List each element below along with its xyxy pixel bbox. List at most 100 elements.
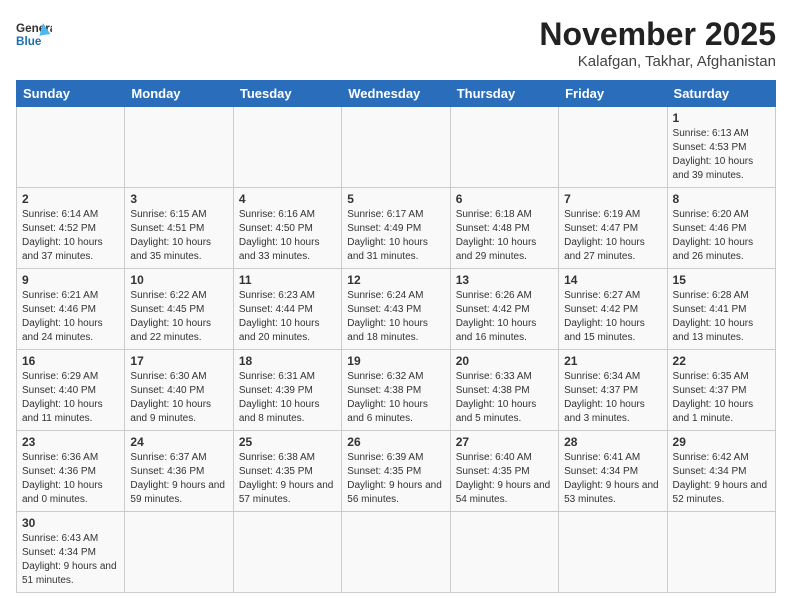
calendar-cell: 3 Sunrise: 6:15 AM Sunset: 4:51 PM Daylig… [125, 188, 233, 269]
day-info: Sunrise: 6:41 AM Sunset: 4:34 PM Dayligh… [564, 451, 661, 507]
day-number: 12 [347, 273, 444, 287]
day-info: Sunrise: 6:29 AM Sunset: 4:40 PM Dayligh… [22, 370, 119, 426]
title-area: November 2025 Kalafgan, Takhar, Afghanis… [539, 16, 776, 70]
day-info: Sunrise: 6:23 AM Sunset: 4:44 PM Dayligh… [239, 289, 336, 345]
calendar-cell: 21 Sunrise: 6:34 AM Sunset: 4:37 PM Dayli… [559, 350, 667, 431]
calendar-table: Sunday Monday Tuesday Wednesday Thursday… [16, 80, 776, 593]
day-number: 8 [673, 192, 770, 206]
calendar-cell [125, 512, 233, 593]
day-number: 1 [673, 111, 770, 125]
day-info: Sunrise: 6:15 AM Sunset: 4:51 PM Dayligh… [130, 208, 227, 264]
calendar-cell: 4Sunrise: 6:16 AM Sunset: 4:50 PM Daylig… [233, 188, 341, 269]
day-info: Sunrise: 6:26 AM Sunset: 4:42 PM Dayligh… [456, 289, 553, 345]
day-number: 2 [22, 192, 119, 206]
day-number: 11 [239, 273, 336, 287]
calendar-cell: 9Sunrise: 6:21 AM Sunset: 4:46 PM Daylig… [17, 269, 125, 350]
day-number: 21 [564, 354, 661, 368]
location-title: Kalafgan, Takhar, Afghanistan [539, 53, 776, 70]
calendar-cell: 18 Sunrise: 6:31 AM Sunset: 4:39 PM Dayli… [233, 350, 341, 431]
day-info: Sunrise: 6:14 AM Sunset: 4:52 PM Dayligh… [22, 208, 119, 264]
day-number: 6 [456, 192, 553, 206]
day-info: Sunrise: 6:30 AM Sunset: 4:40 PM Dayligh… [130, 370, 227, 426]
day-info: Sunrise: 6:35 AM Sunset: 4:37 PM Dayligh… [673, 370, 770, 426]
calendar-cell: 29Sunrise: 6:42 AM Sunset: 4:34 PM Dayli… [667, 431, 775, 512]
day-info: Sunrise: 6:16 AM Sunset: 4:50 PM Dayligh… [239, 208, 336, 264]
day-number: 24 [130, 435, 227, 449]
calendar-cell: 7 Sunrise: 6:19 AM Sunset: 4:47 PM Daylig… [559, 188, 667, 269]
calendar-cell [233, 107, 341, 188]
calendar-cell [450, 107, 558, 188]
day-number: 22 [673, 354, 770, 368]
logo: General Blue [16, 16, 52, 52]
day-number: 18 [239, 354, 336, 368]
day-number: 20 [456, 354, 553, 368]
calendar-row: 1 Sunrise: 6:13 AM Sunset: 4:53 PM Daylig… [17, 107, 776, 188]
calendar-cell [17, 107, 125, 188]
calendar-cell: 17 Sunrise: 6:30 AM Sunset: 4:40 PM Dayli… [125, 350, 233, 431]
day-number: 5 [347, 192, 444, 206]
calendar-cell [559, 512, 667, 593]
weekday-header-row: Sunday Monday Tuesday Wednesday Thursday… [17, 81, 776, 107]
calendar-cell: 11 Sunrise: 6:23 AM Sunset: 4:44 PM Dayli… [233, 269, 341, 350]
day-number: 10 [130, 273, 227, 287]
day-info: Sunrise: 6:38 AM Sunset: 4:35 PM Dayligh… [239, 451, 336, 507]
day-number: 27 [456, 435, 553, 449]
day-info: Sunrise: 6:24 AM Sunset: 4:43 PM Dayligh… [347, 289, 444, 345]
calendar-cell [342, 512, 450, 593]
day-info: Sunrise: 6:39 AM Sunset: 4:35 PM Dayligh… [347, 451, 444, 507]
calendar-cell: 26 Sunrise: 6:39 AM Sunset: 4:35 PM Dayli… [342, 431, 450, 512]
calendar-cell: 5 Sunrise: 6:17 AM Sunset: 4:49 PM Daylig… [342, 188, 450, 269]
day-number: 7 [564, 192, 661, 206]
calendar-cell: 30 Sunrise: 6:43 AM Sunset: 4:34 PM Dayli… [17, 512, 125, 593]
calendar-cell: 27 Sunrise: 6:40 AM Sunset: 4:35 PM Dayli… [450, 431, 558, 512]
day-number: 19 [347, 354, 444, 368]
header-sunday: Sunday [17, 81, 125, 107]
day-number: 29 [673, 435, 770, 449]
calendar-cell [450, 512, 558, 593]
svg-text:Blue: Blue [16, 35, 42, 48]
calendar-cell: 10Sunrise: 6:22 AM Sunset: 4:45 PM Dayli… [125, 269, 233, 350]
day-info: Sunrise: 6:32 AM Sunset: 4:38 PM Dayligh… [347, 370, 444, 426]
day-number: 3 [130, 192, 227, 206]
day-number: 15 [673, 273, 770, 287]
calendar-cell: 15 Sunrise: 6:28 AM Sunset: 4:41 PM Dayli… [667, 269, 775, 350]
calendar-cell: 16Sunrise: 6:29 AM Sunset: 4:40 PM Dayli… [17, 350, 125, 431]
day-info: Sunrise: 6:34 AM Sunset: 4:37 PM Dayligh… [564, 370, 661, 426]
day-info: Sunrise: 6:28 AM Sunset: 4:41 PM Dayligh… [673, 289, 770, 345]
calendar-cell: 13Sunrise: 6:26 AM Sunset: 4:42 PM Dayli… [450, 269, 558, 350]
calendar-cell: 1 Sunrise: 6:13 AM Sunset: 4:53 PM Daylig… [667, 107, 775, 188]
calendar-cell [667, 512, 775, 593]
calendar-cell: 23Sunrise: 6:36 AM Sunset: 4:36 PM Dayli… [17, 431, 125, 512]
calendar-cell: 24Sunrise: 6:37 AM Sunset: 4:36 PM Dayli… [125, 431, 233, 512]
calendar-cell: 14Sunrise: 6:27 AM Sunset: 4:42 PM Dayli… [559, 269, 667, 350]
day-info: Sunrise: 6:27 AM Sunset: 4:42 PM Dayligh… [564, 289, 661, 345]
day-info: Sunrise: 6:43 AM Sunset: 4:34 PM Dayligh… [22, 532, 119, 588]
day-info: Sunrise: 6:31 AM Sunset: 4:39 PM Dayligh… [239, 370, 336, 426]
calendar-row: 16Sunrise: 6:29 AM Sunset: 4:40 PM Dayli… [17, 350, 776, 431]
day-number: 28 [564, 435, 661, 449]
day-info: Sunrise: 6:13 AM Sunset: 4:53 PM Dayligh… [673, 127, 770, 183]
header-friday: Friday [559, 81, 667, 107]
calendar-cell: 25Sunrise: 6:38 AM Sunset: 4:35 PM Dayli… [233, 431, 341, 512]
header-tuesday: Tuesday [233, 81, 341, 107]
day-info: Sunrise: 6:40 AM Sunset: 4:35 PM Dayligh… [456, 451, 553, 507]
day-info: Sunrise: 6:36 AM Sunset: 4:36 PM Dayligh… [22, 451, 119, 507]
calendar-cell: 28 Sunrise: 6:41 AM Sunset: 4:34 PM Dayli… [559, 431, 667, 512]
header: General Blue November 2025 Kalafgan, Tak… [16, 16, 776, 70]
day-info: Sunrise: 6:18 AM Sunset: 4:48 PM Dayligh… [456, 208, 553, 264]
logo-icon: General Blue [16, 16, 52, 52]
day-number: 9 [22, 273, 119, 287]
day-number: 26 [347, 435, 444, 449]
calendar-cell: 8Sunrise: 6:20 AM Sunset: 4:46 PM Daylig… [667, 188, 775, 269]
day-info: Sunrise: 6:17 AM Sunset: 4:49 PM Dayligh… [347, 208, 444, 264]
header-thursday: Thursday [450, 81, 558, 107]
calendar-cell [233, 512, 341, 593]
header-saturday: Saturday [667, 81, 775, 107]
month-title: November 2025 [539, 16, 776, 53]
day-number: 17 [130, 354, 227, 368]
calendar-cell [559, 107, 667, 188]
calendar-cell: 2 Sunrise: 6:14 AM Sunset: 4:52 PM Daylig… [17, 188, 125, 269]
day-number: 30 [22, 516, 119, 530]
day-info: Sunrise: 6:19 AM Sunset: 4:47 PM Dayligh… [564, 208, 661, 264]
calendar-row: 2 Sunrise: 6:14 AM Sunset: 4:52 PM Daylig… [17, 188, 776, 269]
